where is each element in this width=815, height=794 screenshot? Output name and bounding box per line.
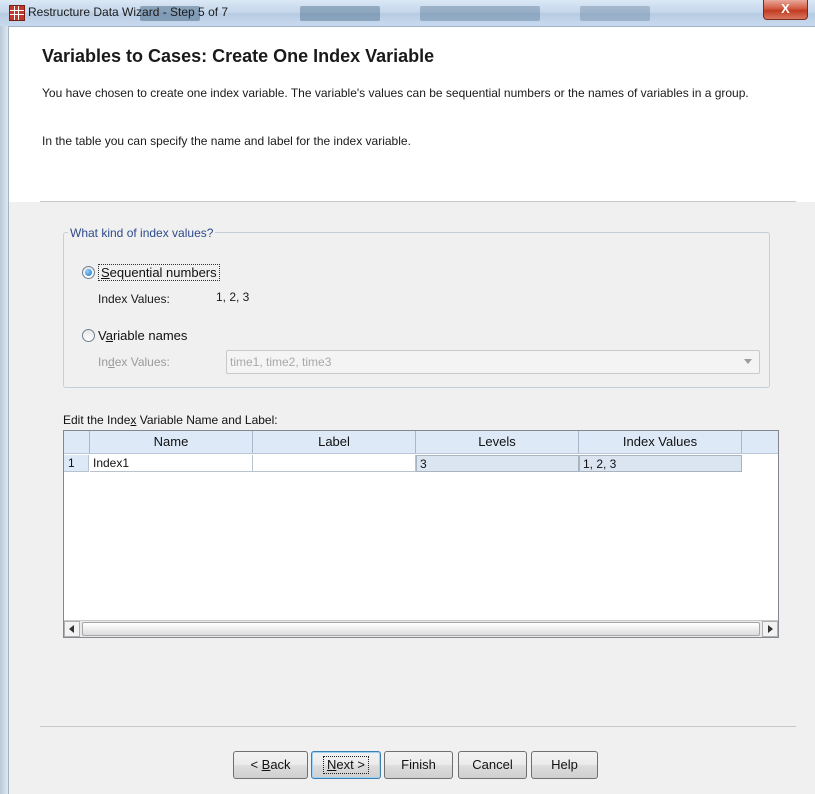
variable-index-values-caption: Index Values: (98, 355, 170, 369)
row-number: 1 (64, 455, 89, 472)
help-button[interactable]: Help (531, 751, 598, 779)
scrollbar-thumb[interactable] (82, 622, 760, 636)
next-button-label: Next > (323, 756, 369, 774)
restructure-wizard-window: Restructure Data Wizard - Step 5 of 7 X … (0, 0, 815, 794)
variable-names-label[interactable]: Variable names (98, 328, 187, 343)
background-blur (300, 6, 380, 21)
variable-index-values-text: time1, time2, time3 (230, 355, 332, 369)
chevron-down-icon (744, 359, 752, 364)
background-blur (580, 6, 650, 21)
window-frame-edge (0, 26, 9, 794)
sequential-index-values-caption: Index Values: (98, 292, 170, 306)
horizontal-scrollbar[interactable] (64, 620, 778, 637)
column-header-label: Label (253, 431, 416, 453)
title-bar[interactable]: Restructure Data Wizard - Step 5 of 7 X (0, 0, 815, 27)
app-grid-icon (9, 5, 25, 21)
finish-button[interactable]: Finish (384, 751, 453, 779)
step-description: You have chosen to create one index vari… (42, 86, 749, 100)
table-instructions: In the table you can specify the name an… (42, 134, 411, 148)
header-divider (40, 201, 796, 202)
index-kind-legend: What kind of index values? (68, 226, 216, 240)
next-button[interactable]: Next > (311, 751, 381, 779)
label-cell[interactable] (253, 455, 416, 472)
index-values-cell: 1, 2, 3 (579, 455, 742, 472)
sequential-index-values: 1, 2, 3 (216, 290, 250, 304)
arrow-left-icon (69, 625, 74, 633)
scroll-left-button[interactable] (64, 621, 80, 637)
column-header-levels: Levels (416, 431, 579, 453)
sequential-numbers-label[interactable]: Sequential numbers (98, 264, 220, 281)
background-blur (420, 6, 540, 21)
row-number-header (64, 431, 90, 453)
levels-cell: 3 (416, 455, 579, 472)
column-header-name: Name (90, 431, 253, 453)
footer-divider (40, 726, 796, 727)
table-header: Name Label Levels Index Values (64, 431, 778, 454)
variable-names-radio[interactable] (82, 329, 95, 342)
step-title: Variables to Cases: Create One Index Var… (42, 46, 435, 66)
window-title: Restructure Data Wizard - Step 5 of 7 (28, 5, 229, 19)
column-header-index-values: Index Values (579, 431, 742, 453)
table-caption: Edit the Index Variable Name and Label: (63, 413, 278, 427)
variable-index-values-select[interactable]: time1, time2, time3 (226, 350, 760, 374)
index-variable-table: Name Label Levels Index Values 1 Index1 … (63, 430, 779, 638)
sequential-numbers-label-text: equential numbers (109, 265, 217, 280)
back-button[interactable]: < Back (233, 751, 308, 779)
arrow-right-icon (768, 625, 773, 633)
sequential-numbers-radio[interactable] (82, 266, 95, 279)
name-cell[interactable]: Index1 (90, 455, 253, 472)
cancel-button[interactable]: Cancel (458, 751, 527, 779)
close-button[interactable]: X (763, 0, 808, 20)
scroll-right-button[interactable] (762, 621, 778, 637)
